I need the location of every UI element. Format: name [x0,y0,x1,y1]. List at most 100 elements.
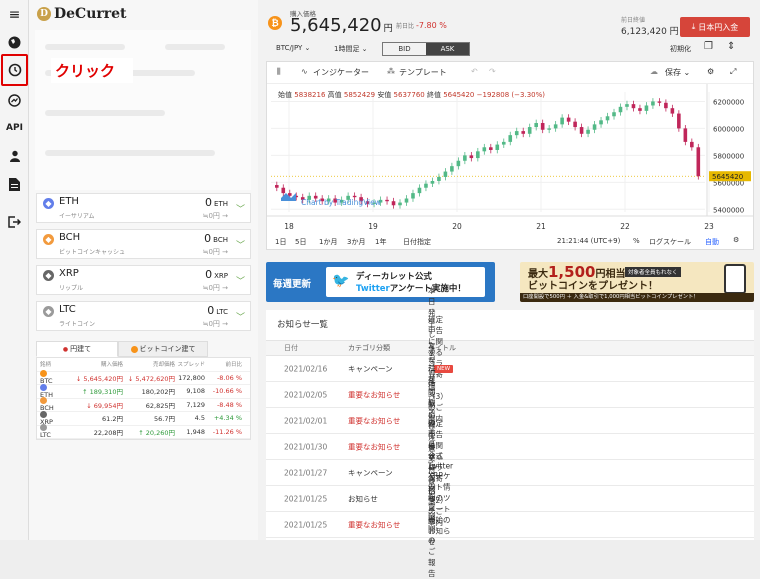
market-buy: ↑ 189,310円 [82,388,123,397]
coin-card-ltc[interactable]: ◆ LTC ライトコイン 0 LTC ≒0円 → ﹀ [36,301,251,331]
news-header-row: 日付 カテゴリ分類 タイトル [266,340,754,356]
coin-card-eth[interactable]: ◆ ETH イーサリアム 0 ETH ≒0円 → ﹀ [36,193,251,223]
news-category: 重要なお知らせ [348,390,401,399]
candle-body [664,102,668,109]
range-button[interactable]: 3か月 [347,237,365,247]
document-icon[interactable] [4,174,25,194]
candle-body [450,166,454,172]
news-row[interactable]: 2021/02/01 重要なお知らせ 急な価格変動にご注意ください [266,345,754,497]
redo-icon[interactable]: ↷ [489,67,496,76]
settings-icon[interactable]: ⚙ [707,67,714,76]
banner-weekly: 毎週更新 [273,279,312,290]
percent-toggle[interactable]: % [633,237,640,245]
market-symbol: LTC [40,431,51,440]
news-date: 2021/01/25 [284,494,328,503]
brand-mark-icon: D [37,7,51,21]
bch-icon [40,397,47,405]
col-spread: スプレッド [177,362,205,369]
range-button[interactable]: 日付指定 [403,237,431,247]
coin-name: ライトコイン [59,321,96,328]
undo-icon[interactable]: ↶ [471,67,478,76]
candle-body [573,121,577,128]
range-button[interactable]: 5日 [295,237,306,247]
template-icon[interactable]: ⁂ [387,67,395,76]
brand-logo[interactable]: D DeCurret [37,6,127,22]
candle-body [417,187,422,194]
news-row[interactable]: 2021/02/16 キャンペーン 確定申告に関するコラム寄稿（3）のご案内 NEW [266,315,754,423]
news-row[interactable]: 2021/02/05 重要なお知らせ 本日発生した当社サービスの不具合について [266,286,754,504]
candle-body [612,112,616,117]
news-row[interactable]: 2021/01/25 重要なお知らせ XRPの売買再開のご報告 [266,471,754,578]
market-sell: 62,825円 [145,401,175,410]
news-date: 2021/02/05 [284,390,328,399]
menu-icon[interactable]: ≡ [4,5,25,25]
indicator-icon[interactable]: ∿ [301,67,308,76]
market-row-ltc[interactable]: LTC 22,208円 ↑ 20,260円 1,948 -11.26 % [37,424,250,439]
range-button[interactable]: 1年 [375,237,386,247]
tab-jpy[interactable]: ● 円建て [36,341,118,357]
chart-icon[interactable] [4,90,25,110]
chevron-down-icon[interactable]: ﹀ [236,202,245,215]
save-button[interactable]: 保存 ⌄ [665,67,690,78]
range-button[interactable]: 1か月 [319,237,337,247]
bid-button[interactable]: BID [383,43,426,55]
price-change: 前日比 -7.80 % [396,21,447,30]
ask-button[interactable]: ASK [426,43,469,55]
auto-scale-toggle[interactable]: 自動 [705,237,719,247]
template-button[interactable]: テンプレート [399,67,447,78]
news-row[interactable]: 2021/01/30 重要なお知らせ 年間取引報告書交付のご案内 [266,376,754,517]
api-link[interactable]: API [4,118,25,138]
chart-bottom-bar: 1日 5日 1か月 3か月 1年 日付指定 21:21:44 (UTC+9) % ログスケ… [267,234,753,250]
logout-icon[interactable] [4,212,25,232]
range-button[interactable]: 1日 [275,237,286,247]
chart-settings-icon[interactable]: ⚙ [733,236,739,244]
twitter-banner[interactable]: 毎週更新 🐦 ディーカレット公式 Twitterアンケート実施中！ [266,262,495,302]
candle-body [404,198,409,203]
btc-icon [40,370,47,378]
candle-body [495,144,500,150]
fullscreen-icon[interactable]: ⤢ [730,67,736,77]
news-row[interactable]: 2021/01/25 お知らせ 公式Twitter マーケット情報のツイート開始のお… [266,451,754,546]
window-icon[interactable]: ❐ [704,41,713,52]
sort-icon[interactable]: ⇕ [727,41,735,52]
chevron-down-icon[interactable]: ﹀ [236,238,245,251]
user-icon[interactable] [4,146,25,166]
ltc-icon: ◆ [43,306,54,317]
x-tick-label: 22 [620,222,630,231]
coin-card-xrp[interactable]: ◆ XRP リップル 0 XRP ≒0円 → ﹀ [36,265,251,295]
coin-yen: ≒0円 → [202,248,228,256]
news-panel: お知らせ一覧 日付 カテゴリ分類 タイトル 2021/02/16 キャンペーン 確定… [266,286,754,578]
market-sell: 56.7円 [154,415,175,424]
candle-body [592,124,597,130]
market-symbol-cell: LTC [37,424,75,439]
chevron-down-icon[interactable]: ﹀ [236,274,245,287]
tab-jpy-label: 円建て [70,345,92,353]
candle-body [683,128,688,142]
tab-btc[interactable]: ビットコイン建て [118,341,208,357]
change-label: 前日比 [396,23,415,30]
globe-icon[interactable] [4,32,25,52]
chart-toolbar: ⫼ ∿ インジケーター ⁂ テンプレート ↶ ↷ ☁ 保存 ⌄ ⚙ ⤢ [267,62,753,84]
candle-body [281,187,286,194]
market-spread: 1,948 [186,427,205,436]
market-buy: ↓ 69,954円 [86,401,123,410]
timeframe-select[interactable]: 1時間足 ⌄ [334,44,368,54]
candle-type-icon[interactable]: ⫼ [277,67,281,77]
log-scale-toggle[interactable]: ログスケール [649,237,691,247]
price-value: 5,645,420 [290,15,382,36]
candle-body [508,135,513,142]
deposit-button[interactable]: ⤓ 日本円入金 [680,17,750,37]
candle-body [638,108,642,111]
coin-card-bch[interactable]: ◆ BCH ビットコインキャッシュ 0 BCH ≒0円 → ﹀ [36,229,251,259]
new-badge: NEW [434,364,454,373]
campaign-banner[interactable]: 最大1,500円相当 ビットコインをプレゼント！ 対象者全員もれなく 口座開設で… [520,262,754,302]
pair-select[interactable]: BTC/JPY ⌄ [276,44,310,52]
candlestick-chart[interactable]: 18 19 20 21 22 235400000560000058000006000000… [267,84,753,234]
indicator-button[interactable]: インジケーター [313,67,369,78]
reset-button[interactable]: 初期化 [670,44,691,54]
news-row[interactable]: 2021/01/27 キャンペーン 確定申告に関するコラム寄稿（2）のご案内 [266,419,754,527]
candle-body [456,160,461,167]
chevron-down-icon[interactable]: ﹀ [236,310,245,323]
jp-flag-icon: ● [62,345,69,353]
coin-name: リップル [59,285,84,292]
